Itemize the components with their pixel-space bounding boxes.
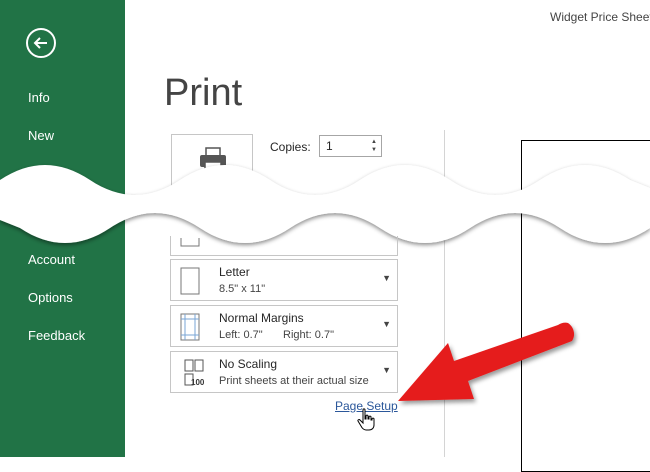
chevron-down-icon: ▼ [382, 273, 391, 283]
scaling-dropdown[interactable]: 100 No Scaling Print sheets at their act… [170, 351, 398, 393]
scaling-label: No Scaling [219, 357, 278, 371]
paper-size-detail: 8.5" x 11" [219, 283, 266, 295]
hand-cursor-icon [357, 408, 375, 431]
sidebar-item-feedback[interactable]: Feedback [28, 328, 85, 343]
page-icon [180, 238, 200, 247]
spin-up-icon[interactable]: ▲ [371, 139, 377, 145]
annotation-arrow [398, 322, 575, 401]
scaling-icon-text: 100 [191, 378, 205, 387]
page-title: Print [164, 72, 243, 114]
sidebar-item-new[interactable]: New [28, 128, 54, 143]
paper-size-label: Letter [219, 265, 250, 279]
paper-size-dropdown[interactable]: Letter 8.5" x 11" ▼ [170, 259, 398, 301]
sidebar-item-info[interactable]: Info [28, 90, 50, 105]
margin-right-value: Right: 0.7" [283, 329, 334, 341]
scaling-detail: Print sheets at their actual size [219, 375, 369, 387]
margin-left-value: Left: 0.7" [219, 329, 263, 341]
collapsed-setting[interactable] [170, 236, 398, 256]
margins-label: Normal Margins [219, 311, 304, 325]
page-icon [180, 267, 200, 295]
back-button[interactable] [26, 28, 56, 58]
sidebar-item-options[interactable]: Options [28, 290, 73, 305]
window-title: Widget Price Sheet [550, 10, 650, 24]
margins-icon [180, 313, 200, 341]
arrow-left-icon [33, 37, 47, 49]
margins-dropdown[interactable]: Normal Margins Left: 0.7" Right: 0.7" ▼ [170, 305, 398, 347]
